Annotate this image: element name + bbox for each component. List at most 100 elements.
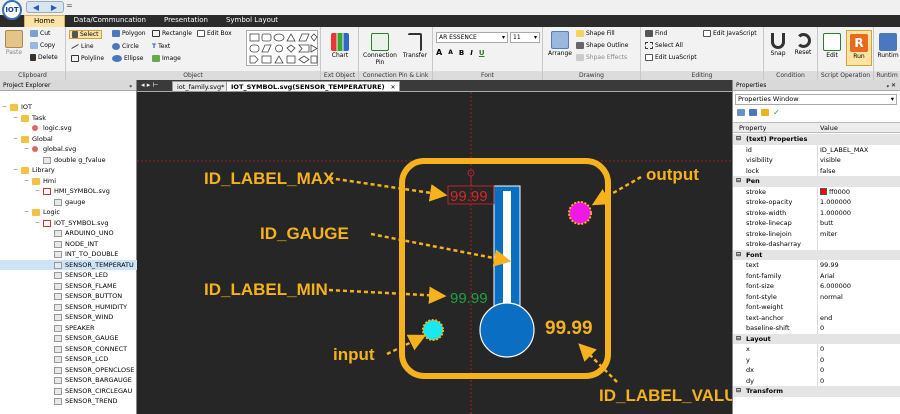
property-row[interactable]: font-size 6.000000 [733, 281, 900, 292]
tree-item[interactable]: − global.svg [0, 144, 137, 155]
collapse-category-icon[interactable]: ⊟ [736, 386, 741, 397]
property-row[interactable]: stroke-dasharray [733, 239, 900, 250]
tree-item[interactable]: SENSOR_TREND [0, 396, 137, 407]
back-arrow-icon[interactable]: ◀ [33, 3, 39, 12]
tree-item[interactable]: INT_TO_DOUBLE [0, 249, 137, 260]
tree-item[interactable]: logic.svg [0, 123, 137, 134]
shape-outline-button[interactable]: Shape Outline [576, 42, 628, 49]
collapse-toggle-icon[interactable]: − [24, 144, 29, 155]
tab-symbol-layout[interactable]: Symbol Layout [217, 15, 287, 27]
tree-item[interactable]: − Logic [0, 207, 137, 218]
property-value[interactable]: 1.000000 [820, 197, 851, 208]
tab-home[interactable]: Home [24, 15, 65, 27]
property-category[interactable]: ⊟ Font [733, 249, 900, 260]
property-row[interactable]: font-weight [733, 302, 900, 313]
property-value[interactable]: ff0000 [820, 187, 850, 198]
tree-item[interactable]: ARDUINO_UNO [0, 228, 137, 239]
label-value[interactable]: 99.99 [545, 318, 593, 339]
property-row[interactable]: font-family Arial [733, 270, 900, 281]
input-pin[interactable] [422, 319, 444, 341]
collapse-toggle-icon[interactable]: − [24, 176, 29, 187]
tree-item[interactable]: SENSOR_TEMPERATU [0, 259, 137, 270]
property-value[interactable]: 0 [820, 376, 824, 387]
tree-item[interactable]: − Task [0, 113, 137, 124]
quick-access-dropdown-icon[interactable]: = [66, 1, 73, 10]
connection-pin-button[interactable]: Connection Pin [362, 33, 398, 66]
collapse-toggle-icon[interactable]: − [13, 165, 18, 176]
collapse-toggle-icon[interactable]: − [35, 186, 40, 197]
tree-item[interactable]: SENSOR_BUTTON [0, 291, 137, 302]
check-icon[interactable]: ✓ [773, 109, 780, 117]
property-row[interactable]: baseline-shift 0 [733, 323, 900, 334]
tree-item[interactable]: SPEAKER [0, 323, 137, 334]
property-row[interactable]: stroke-width 1.000000 [733, 207, 900, 219]
shape-effects-button[interactable]: Shpae Effects [576, 54, 627, 61]
cut-button[interactable]: Cut [30, 30, 50, 37]
delete-button[interactable]: Delete [30, 54, 58, 61]
shape-gallery[interactable] [246, 30, 318, 66]
property-value[interactable]: 0 [820, 323, 824, 334]
properties-window-select[interactable]: Properties Window ▾ [735, 94, 897, 105]
font-size-select[interactable]: 11 ▾ [510, 32, 540, 43]
run-button[interactable]: R Run [846, 30, 872, 66]
pin-close-icons[interactable]: ᵩ ✕ [887, 80, 896, 91]
property-value[interactable]: 1.000000 [820, 208, 851, 219]
collapse-toggle-icon[interactable]: − [2, 102, 7, 113]
collapse-category-icon[interactable]: ⊟ [736, 134, 741, 145]
tree-item[interactable]: SENSOR_BARGAUGE [0, 375, 137, 386]
shrink-font-button[interactable]: A [448, 49, 453, 56]
output-pin[interactable] [568, 201, 592, 225]
tree-item[interactable]: SENSOR_LCD [0, 354, 137, 365]
edit-script-button[interactable]: Edit [820, 33, 844, 59]
bold-button[interactable]: B [459, 49, 464, 57]
italic-button[interactable]: I [470, 49, 473, 57]
collapse-toggle-icon[interactable]: − [13, 113, 18, 124]
line-button[interactable]: Line [71, 43, 94, 50]
label-min[interactable]: 99.99 [450, 290, 488, 307]
tree-item[interactable]: SENSOR_OPENCLOSE [0, 365, 137, 376]
tree-item[interactable]: SENSOR_GAUGE [0, 333, 137, 344]
property-row[interactable]: x0 [733, 344, 900, 355]
categorized-icon[interactable] [749, 109, 757, 116]
property-value[interactable]: 0 [820, 344, 824, 355]
tree-item[interactable]: SENSOR_WIND [0, 312, 137, 323]
arrange-button[interactable]: Arrange [546, 31, 574, 57]
property-row[interactable]: id ID_LABEL_MAX [733, 144, 900, 156]
edit-box-button[interactable]: Edit Box [197, 30, 232, 37]
tree-item[interactable]: double g_fvalue [0, 155, 137, 166]
property-row[interactable]: lock false [733, 165, 900, 177]
reset-button[interactable]: Reset [791, 33, 815, 56]
tab-nav-icons[interactable]: ◂ ▸ ⊢ [141, 81, 159, 89]
tree-item[interactable]: gauge [0, 197, 137, 208]
design-canvas[interactable]: 99.99 99.99 99.99 ID_LABEL_MAX ID_GAUGE … [137, 92, 732, 414]
grow-font-button[interactable]: A [436, 48, 442, 57]
tree-item[interactable]: NODE_INT [0, 239, 137, 250]
gauge-bulb[interactable] [479, 302, 535, 358]
snap-button[interactable]: Snap [766, 33, 790, 57]
property-value[interactable]: normal [820, 292, 843, 303]
property-row[interactable]: dx 0 [733, 365, 900, 376]
sort-alpha-icon[interactable] [737, 109, 745, 116]
tree-item[interactable]: SENSOR_CONNECT [0, 344, 137, 355]
circle-button[interactable]: Circle [112, 43, 139, 50]
chart-button[interactable]: Chart [329, 33, 351, 59]
collapse-category-icon[interactable]: ⊟ [736, 334, 741, 345]
collapse-category-icon[interactable]: ⊟ [736, 176, 741, 187]
shape-fill-button[interactable]: Shape Fill [576, 30, 615, 37]
image-button[interactable]: Image [152, 55, 181, 62]
tree-item[interactable]: − IOT [0, 102, 137, 113]
transfer-button[interactable]: Transfer [399, 33, 431, 59]
property-row[interactable]: font-style normal [733, 291, 900, 303]
find-button[interactable]: Find [645, 30, 667, 37]
runtime-button[interactable]: Runtim [876, 33, 900, 59]
ellipse-button[interactable]: Ellipse [112, 55, 143, 62]
text-button[interactable]: T Text [152, 43, 170, 50]
property-value[interactable]: visible [820, 155, 841, 166]
property-value[interactable]: ID_LABEL_MAX [820, 145, 868, 156]
property-row[interactable]: stroke ff0000 [733, 186, 900, 198]
app-logo[interactable]: IOT [2, 0, 22, 20]
property-value[interactable]: 0 [820, 355, 824, 366]
property-value[interactable]: false [820, 166, 835, 177]
property-category[interactable]: ⊟ Pen [733, 176, 900, 187]
tab-iot-family[interactable]: iot_family.svg* [172, 81, 230, 92]
